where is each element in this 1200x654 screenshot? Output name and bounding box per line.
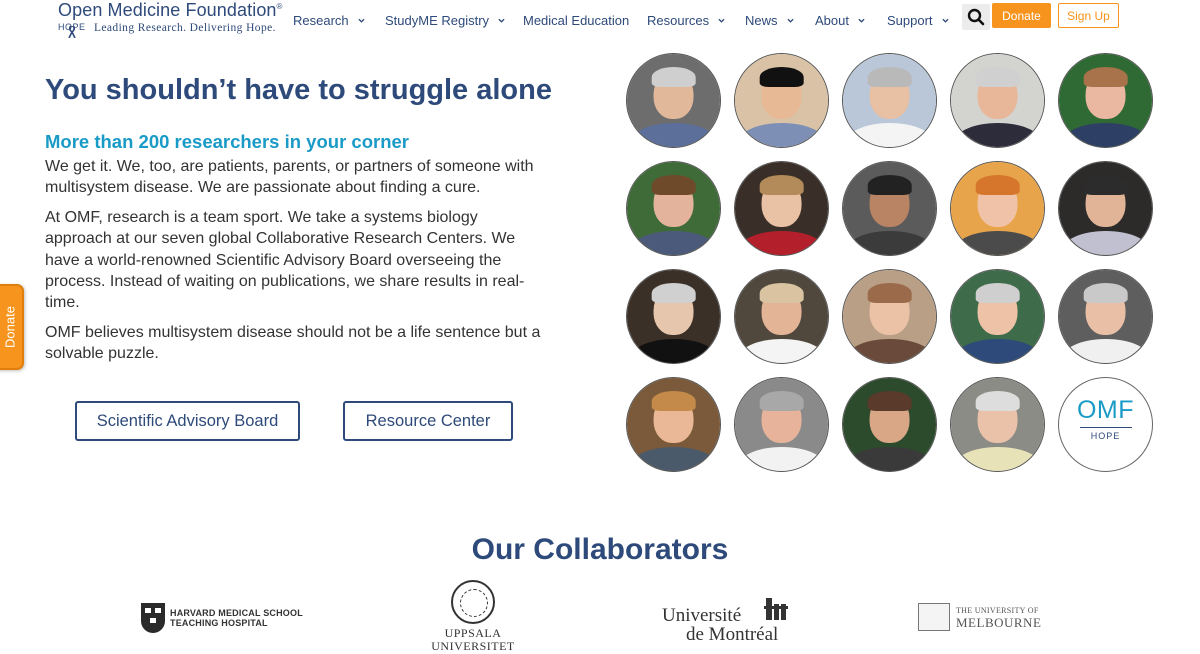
omf-hope-logo: OMF HOPE bbox=[1058, 377, 1153, 472]
omf-logo-text: OMF bbox=[1076, 396, 1135, 424]
researcher-photo[interactable] bbox=[1058, 269, 1153, 364]
montreal-logo[interactable]: Université de Montréal bbox=[662, 594, 802, 646]
logo-title: Open Medicine Foundation® bbox=[58, 0, 283, 20]
omf-logo-divider bbox=[1080, 427, 1132, 428]
researcher-photo[interactable] bbox=[842, 377, 937, 472]
resource-center-button[interactable]: Resource Center bbox=[343, 401, 513, 441]
section-subtitle: More than 200 researchers in your corner bbox=[45, 131, 409, 152]
side-donate-label: Donate bbox=[2, 306, 18, 348]
intro-paragraph: We get it. We, too, are patients, parent… bbox=[45, 158, 534, 197]
chevron-down-icon bbox=[358, 18, 365, 23]
melbourne-logo-text: THE UNIVERSITY OF MELBOURNE bbox=[956, 606, 1042, 630]
uppsala-logo-text: UPPSALA UNIVERSITET bbox=[431, 626, 515, 653]
chevron-down-icon bbox=[786, 18, 794, 23]
belief-paragraph: OMF believes multisystem disease should … bbox=[45, 324, 541, 363]
researcher-photo[interactable] bbox=[842, 161, 937, 256]
nav-resources[interactable]: Resources bbox=[647, 13, 725, 28]
researcher-photo[interactable] bbox=[626, 269, 721, 364]
nav-about[interactable]: About bbox=[815, 13, 865, 28]
search-icon bbox=[967, 8, 985, 26]
nav-label: Resources bbox=[647, 13, 710, 28]
omf-logo-hope: HOPE bbox=[1090, 431, 1121, 441]
nav-support[interactable]: Support bbox=[887, 13, 949, 28]
nav-news[interactable]: News bbox=[745, 13, 794, 28]
nav-label: News bbox=[745, 13, 778, 28]
researcher-photo[interactable] bbox=[950, 377, 1045, 472]
researcher-photo[interactable] bbox=[1058, 53, 1153, 148]
nav-medical-education[interactable]: Medical Education bbox=[523, 13, 629, 28]
researcher-photo[interactable] bbox=[1058, 161, 1153, 256]
donate-button[interactable]: Donate bbox=[992, 3, 1051, 28]
site-logo[interactable]: Open Medicine Foundation® HOPE Leading R… bbox=[58, 0, 283, 40]
researcher-photo[interactable] bbox=[842, 53, 937, 148]
chevron-down-icon bbox=[498, 18, 505, 23]
researcher-photo-grid: OMF HOPE bbox=[626, 53, 1153, 473]
researcher-photo[interactable] bbox=[734, 269, 829, 364]
chevron-down-icon bbox=[941, 18, 949, 23]
site-header: Open Medicine Foundation® HOPE Leading R… bbox=[0, 0, 1200, 42]
montreal-logo-text: Université de Montréal bbox=[662, 605, 779, 645]
nav-label: Medical Education bbox=[523, 13, 630, 28]
harvard-shield-icon bbox=[141, 603, 165, 633]
ribbon-icon bbox=[68, 26, 76, 38]
nav-label: Research bbox=[293, 13, 349, 28]
researcher-photo[interactable] bbox=[734, 53, 829, 148]
chevron-down-icon bbox=[718, 18, 725, 23]
chevron-down-icon bbox=[858, 18, 865, 23]
researcher-photo[interactable] bbox=[734, 161, 829, 256]
researcher-photo[interactable] bbox=[950, 161, 1045, 256]
logo-tagline: Leading Research. Delivering Hope. bbox=[94, 22, 276, 34]
researcher-photo[interactable] bbox=[626, 377, 721, 472]
melbourne-crest-icon bbox=[918, 603, 950, 631]
search-button[interactable] bbox=[962, 4, 990, 30]
nav-research[interactable]: Research bbox=[293, 13, 365, 28]
sign-up-button[interactable]: Sign Up bbox=[1058, 3, 1119, 28]
collaborators-title: Our Collaborators bbox=[471, 533, 729, 566]
scientific-advisory-board-button[interactable]: Scientific Advisory Board bbox=[75, 401, 300, 441]
researcher-photo[interactable] bbox=[734, 377, 829, 472]
nav-label: About bbox=[815, 13, 849, 28]
page-title: You shouldn’t have to struggle alone bbox=[45, 74, 552, 106]
team-paragraph: At OMF, research is a team sport. We tak… bbox=[45, 209, 525, 312]
researcher-photo[interactable] bbox=[950, 53, 1045, 148]
side-donate-tab[interactable]: Donate bbox=[0, 284, 24, 370]
researcher-photo[interactable] bbox=[950, 269, 1045, 364]
uppsala-seal-icon bbox=[451, 580, 495, 624]
nav-studyme-registry[interactable]: StudyME Registry bbox=[385, 13, 505, 28]
melbourne-logo[interactable]: THE UNIVERSITY OF MELBOURNE bbox=[918, 603, 1041, 631]
nav-label: StudyME Registry bbox=[385, 13, 490, 28]
researcher-photo[interactable] bbox=[626, 53, 721, 148]
uppsala-logo[interactable]: UPPSALA UNIVERSITET bbox=[430, 580, 516, 653]
harvard-logo[interactable]: HARVARD MEDICAL SCHOOL TEACHING HOSPITAL bbox=[141, 602, 303, 634]
harvard-logo-text: HARVARD MEDICAL SCHOOL TEACHING HOSPITAL bbox=[170, 608, 303, 628]
nav-label: Support bbox=[887, 13, 933, 28]
researcher-photo[interactable] bbox=[842, 269, 937, 364]
researcher-photo[interactable] bbox=[626, 161, 721, 256]
